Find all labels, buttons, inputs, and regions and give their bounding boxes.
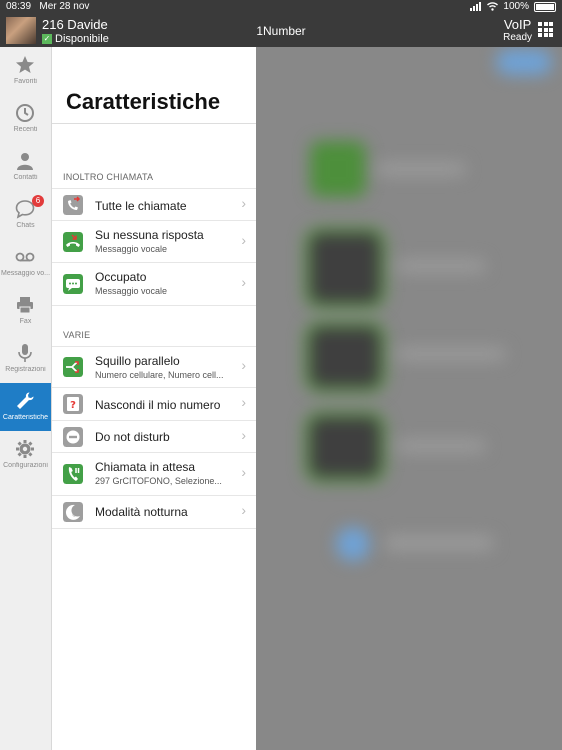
clock-icon xyxy=(16,104,34,122)
blurred-tile xyxy=(310,233,380,303)
status-indicators: 100% xyxy=(470,1,556,12)
microphone-icon xyxy=(18,344,32,362)
signal-icon xyxy=(470,2,482,11)
sidebar-item-chats[interactable]: 6 Chats xyxy=(0,191,51,239)
row-title: Chiamata in attesa xyxy=(95,460,196,474)
sidebar-item-label: Contatti xyxy=(13,174,38,181)
night-mode-icon: ☾ xyxy=(63,502,83,522)
row-title: Modalità notturna xyxy=(95,505,188,519)
row-modalita-notturna[interactable]: ☾ Modalità notturna › xyxy=(52,495,256,529)
row-do-not-disturb[interactable]: Do not disturb › xyxy=(52,420,256,453)
gear-icon xyxy=(16,440,34,458)
parallel-ring-icon xyxy=(63,357,83,377)
chevron-right-icon: › xyxy=(241,232,246,248)
sidebar-item-label: Recenti xyxy=(13,126,38,133)
sidebar-item-registrazioni[interactable]: Registrazioni xyxy=(0,335,51,383)
chevron-right-icon: › xyxy=(241,502,246,518)
wifi-icon xyxy=(487,2,499,11)
row-subtitle: Messaggio vocale xyxy=(95,244,168,254)
sidebar-item-label: Fax xyxy=(19,318,32,325)
voip-status: VoIP Ready xyxy=(503,18,532,44)
sidebar-item-label: Configurazioni xyxy=(3,462,48,469)
battery-percent: 100% xyxy=(503,1,529,12)
chats-badge: 6 xyxy=(32,195,44,207)
chevron-right-icon: › xyxy=(241,394,246,410)
blurred-tile xyxy=(310,327,380,387)
voip-ready: Ready xyxy=(503,32,532,43)
status-time: 08:39 xyxy=(6,1,32,12)
app-title: 1Number xyxy=(256,24,306,38)
features-panel: Caratteristiche INOLTRO CHIAMATA Tutte l… xyxy=(52,47,256,750)
blurred-text xyxy=(384,535,494,551)
sidebar-item-label: Messaggio vo... xyxy=(0,270,51,277)
sidebar-item-favoriti[interactable]: Favoriti xyxy=(0,47,51,95)
blurred-tile xyxy=(310,141,366,197)
sidebar-item-voicemail[interactable]: Messaggio vo... xyxy=(0,239,51,287)
blurred-text xyxy=(396,259,486,273)
sidebar-item-fax[interactable]: Fax xyxy=(0,287,51,335)
divider xyxy=(52,305,256,306)
row-title: Squillo parallelo xyxy=(95,354,180,368)
blurred-button xyxy=(496,49,552,75)
status-time-date: 08:39 Mer 28 nov xyxy=(6,1,89,12)
sidebar: Favoriti Recenti Contatti 6 Chats Messag… xyxy=(0,47,52,750)
printer-icon xyxy=(17,297,33,314)
row-occupato[interactable]: Occupato Messaggio vocale › xyxy=(52,262,256,306)
call-forward-all-icon xyxy=(63,195,83,215)
status-date: Mer 28 nov xyxy=(39,1,90,12)
do-not-disturb-icon xyxy=(63,427,83,447)
row-su-nessuna-risposta[interactable]: Su nessuna risposta Messaggio vocale › xyxy=(52,220,256,263)
sidebar-item-recenti[interactable]: Recenti xyxy=(0,95,51,143)
page-title: Caratteristiche xyxy=(66,89,221,114)
call-waiting-icon xyxy=(63,464,83,484)
svg-text:☾: ☾ xyxy=(72,511,78,519)
row-subtitle: 297 GrCITOFONO, Selezione... xyxy=(95,476,222,486)
svg-text:?: ? xyxy=(70,400,76,411)
row-title: Su nessuna risposta xyxy=(95,228,204,242)
chevron-right-icon: › xyxy=(241,357,246,373)
dialpad-grid-icon[interactable] xyxy=(538,22,553,37)
blurred-button xyxy=(336,527,370,561)
star-icon xyxy=(16,56,34,73)
call-forward-busy-icon xyxy=(63,274,83,294)
divider xyxy=(52,123,256,124)
sidebar-item-caratteristiche[interactable]: Caratteristiche xyxy=(0,383,51,431)
blurred-text xyxy=(396,347,506,361)
status-bar: 08:39 Mer 28 nov 100% xyxy=(0,0,562,14)
app-header: 216 Davide ✓ Disponibile 1Number VoIP Re… xyxy=(0,14,562,47)
section-heading-call-forwarding: INOLTRO CHIAMATA xyxy=(63,172,154,182)
chevron-right-icon: › xyxy=(241,274,246,290)
person-icon xyxy=(17,153,33,170)
hide-number-icon: ? xyxy=(63,394,83,414)
row-subtitle: Numero cellulare, Numero cell... xyxy=(95,370,224,380)
sidebar-item-label: Registrazioni xyxy=(5,366,46,373)
row-title: Tutte le chiamate xyxy=(95,199,187,213)
row-chiamata-in-attesa[interactable]: Chiamata in attesa 297 GrCITOFONO, Selez… xyxy=(52,452,256,496)
blurred-tile xyxy=(310,417,380,477)
row-squillo-parallelo[interactable]: Squillo parallelo Numero cellulare, Nume… xyxy=(52,346,256,388)
sidebar-item-contatti[interactable]: Contatti xyxy=(0,143,51,191)
section-heading-misc: VARIE xyxy=(63,330,91,340)
call-forward-no-answer-icon xyxy=(63,232,83,252)
row-title: Nascondi il mio numero xyxy=(95,398,221,412)
sidebar-item-label: Favoriti xyxy=(14,78,37,85)
chevron-right-icon: › xyxy=(241,427,246,443)
row-title: Do not disturb xyxy=(95,430,170,444)
row-nascondi-il-mio-numero[interactable]: ? Nascondi il mio numero › xyxy=(52,387,256,421)
row-title: Occupato xyxy=(95,270,147,284)
blurred-background[interactable] xyxy=(256,47,562,750)
row-subtitle: Messaggio vocale xyxy=(95,286,168,296)
blurred-text xyxy=(396,439,486,453)
battery-icon xyxy=(534,1,556,12)
chevron-right-icon: › xyxy=(241,195,246,211)
sidebar-item-label: Caratteristiche xyxy=(2,414,49,421)
chevron-right-icon: › xyxy=(241,464,246,480)
voicemail-icon xyxy=(15,252,35,262)
sidebar-item-label: Chats xyxy=(16,222,35,229)
voip-label: VoIP xyxy=(503,17,532,32)
blurred-text xyxy=(376,162,466,176)
sidebar-item-configurazioni[interactable]: Configurazioni xyxy=(0,431,51,479)
row-tutte-le-chiamate[interactable]: Tutte le chiamate › xyxy=(52,188,256,221)
wrench-icon xyxy=(17,392,34,409)
